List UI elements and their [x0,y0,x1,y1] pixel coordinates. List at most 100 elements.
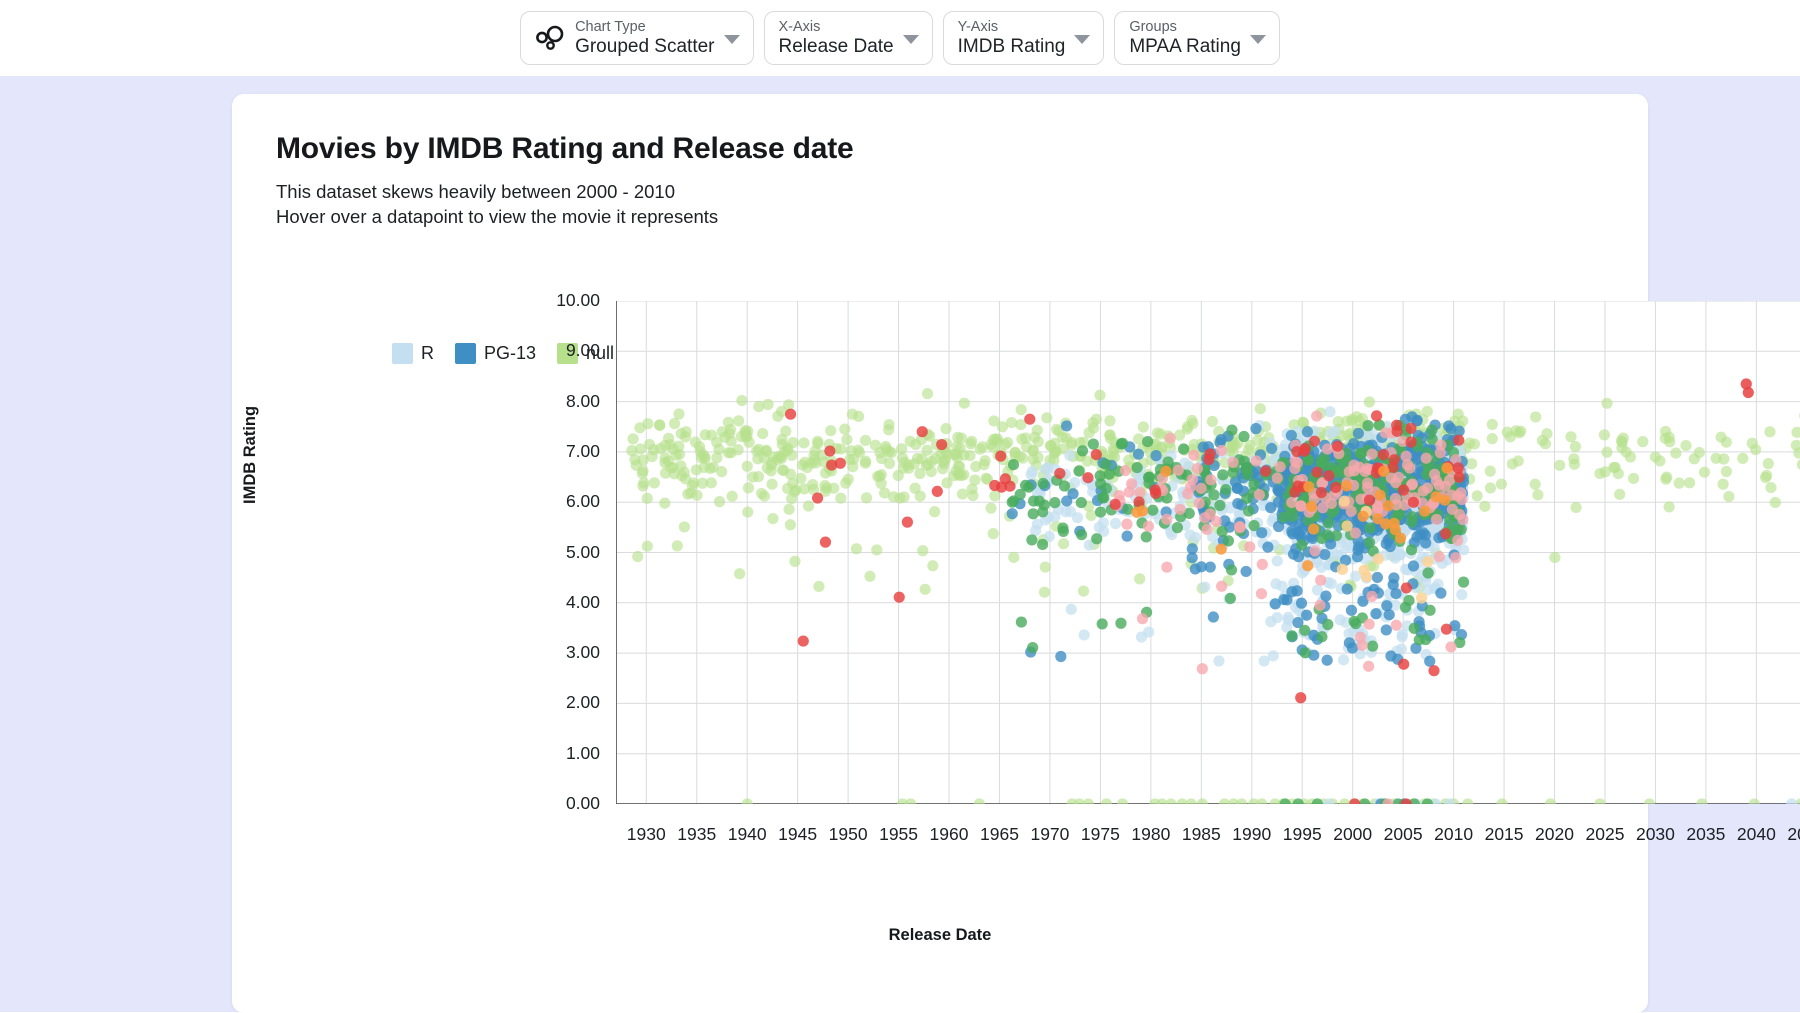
scatter-point[interactable] [1314,599,1326,611]
scatter-point[interactable] [988,415,1000,427]
scatter-point[interactable] [941,477,953,489]
scatter-point[interactable] [1201,523,1213,535]
scatter-point[interactable] [688,477,700,489]
scatter-point[interactable] [1244,541,1256,553]
scatter-point[interactable] [1236,798,1248,804]
scatter-point[interactable] [1271,612,1283,624]
scatter-point[interactable] [736,394,748,407]
scatter-point[interactable] [1253,489,1266,501]
scatter-point[interactable] [1076,445,1089,457]
scatter-point[interactable] [917,545,929,557]
scatter-point[interactable] [1392,471,1405,483]
scatter-point[interactable] [871,544,883,556]
x-axis-dropdown[interactable]: X-Axis Release Date [763,11,933,65]
scatter-point[interactable] [1462,798,1474,804]
scatter-point[interactable] [1363,618,1375,630]
scatter-point[interactable] [1456,589,1468,601]
scatter-point[interactable] [1140,531,1152,543]
scatter-point[interactable] [1748,798,1760,804]
scatter-point[interactable] [1142,436,1154,448]
scatter-point[interactable] [1292,551,1305,563]
scatter-point[interactable] [1121,530,1133,542]
scatter-point[interactable] [1330,529,1343,542]
scatter-point[interactable] [905,798,917,804]
scatter-point[interactable] [711,452,723,464]
scatter-point[interactable] [1568,458,1581,470]
chevron-down-icon[interactable] [1249,35,1266,44]
scatter-point[interactable] [1090,449,1102,461]
scatter-point[interactable] [705,477,717,489]
scatter-point[interactable] [1262,541,1274,553]
scatter-point[interactable] [1486,418,1498,431]
scatter-point[interactable] [921,388,934,400]
scatter-point[interactable] [1115,617,1127,629]
scatter-point[interactable] [824,445,836,457]
chevron-down-icon[interactable] [902,35,919,44]
scatter-point[interactable] [1430,513,1443,526]
scatter-point[interactable] [974,443,986,455]
scatter-point[interactable] [1471,490,1483,502]
scatter-point[interactable] [1366,590,1378,602]
scatter-point[interactable] [956,488,969,500]
scatter-point[interactable] [1759,471,1772,484]
scatter-point[interactable] [1351,411,1363,423]
scatter-point[interactable] [1454,509,1466,521]
scatter-point[interactable] [859,434,872,447]
scatter-point[interactable] [1428,665,1440,677]
scatter-point[interactable] [1016,433,1028,445]
scatter-point[interactable] [1071,512,1084,524]
scatter-point[interactable] [1717,478,1729,490]
scatter-point[interactable] [1195,482,1207,494]
scatter-points-layer[interactable] [616,301,1800,804]
scatter-point[interactable] [1426,424,1438,436]
scatter-point[interactable] [1238,430,1250,443]
scatter-point[interactable] [784,468,797,480]
scatter-point[interactable] [1443,474,1456,486]
scatter-point[interactable] [1259,465,1272,477]
scatter-point[interactable] [879,487,891,499]
scatter-point[interactable] [922,458,934,471]
scatter-point[interactable] [1570,501,1582,514]
scatter-point[interactable] [1185,798,1197,804]
scatter-point[interactable] [1388,572,1400,584]
scatter-point[interactable] [896,443,908,455]
scatter-point[interactable] [1420,452,1432,464]
scatter-point[interactable] [1601,446,1613,458]
scatter-point[interactable] [1440,528,1452,540]
scatter-point[interactable] [1407,560,1420,572]
scatter-point[interactable] [1791,426,1800,438]
scatter-point[interactable] [1075,496,1087,509]
scatter-point[interactable] [1510,425,1522,437]
scatter-point[interactable] [1382,500,1394,512]
scatter-point[interactable] [637,480,649,492]
scatter-point[interactable] [1394,548,1406,560]
scatter-point[interactable] [1455,487,1467,499]
scatter-point[interactable] [1296,539,1308,551]
scatter-point[interactable] [699,453,711,465]
scatter-point[interactable] [1298,445,1311,457]
scatter-point[interactable] [1256,558,1268,570]
scatter-point[interactable] [1496,798,1508,804]
scatter-point[interactable] [766,478,778,490]
scatter-point[interactable] [929,506,941,518]
scatter-point[interactable] [1400,450,1412,462]
scatter-point[interactable] [1720,465,1732,478]
scatter-point[interactable] [1663,501,1675,513]
scatter-point[interactable] [1216,580,1228,592]
scatter-point[interactable] [1398,658,1410,670]
scatter-point[interactable] [1341,583,1353,595]
scatter-point[interactable] [1240,565,1252,578]
scatter-point[interactable] [1098,492,1110,504]
scatter-point[interactable] [1055,650,1067,663]
scatter-point[interactable] [1215,543,1227,555]
scatter-point[interactable] [1150,487,1162,499]
scatter-point[interactable] [699,429,711,441]
scatter-point[interactable] [1440,623,1453,635]
scatter-point[interactable] [752,470,765,483]
scatter-point[interactable] [989,433,1001,445]
scatter-point[interactable] [1311,410,1323,422]
scatter-point[interactable] [1007,459,1020,471]
scatter-point[interactable] [799,456,811,468]
scatter-point[interactable] [1405,422,1417,434]
scatter-point[interactable] [844,454,856,466]
